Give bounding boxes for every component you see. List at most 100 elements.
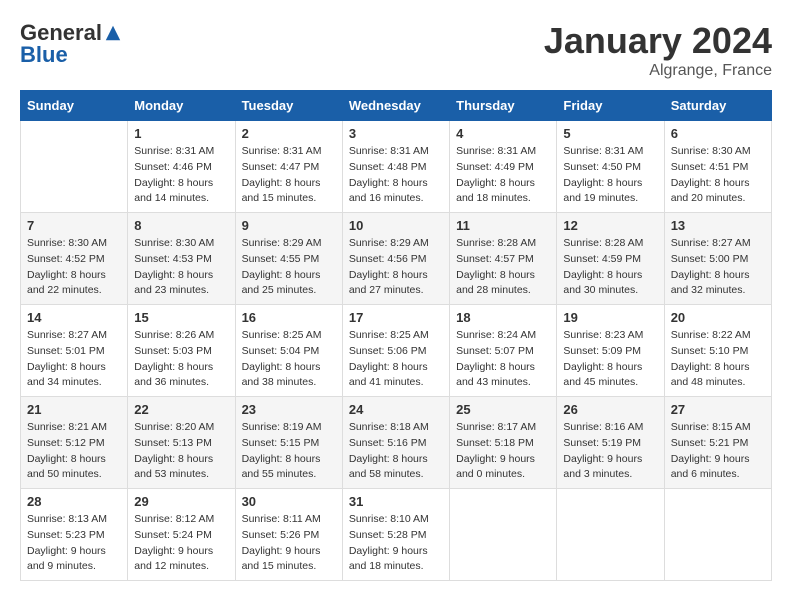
day-number: 14	[27, 310, 121, 325]
calendar-cell: 29 Sunrise: 8:12 AMSunset: 5:24 PMDaylig…	[128, 489, 235, 581]
calendar-cell	[450, 489, 557, 581]
month-title: January 2024	[544, 20, 772, 62]
day-info: Sunrise: 8:27 AMSunset: 5:00 PMDaylight:…	[671, 236, 765, 299]
header-sunday: Sunday	[21, 91, 128, 121]
calendar-cell: 22 Sunrise: 8:20 AMSunset: 5:13 PMDaylig…	[128, 397, 235, 489]
logo-blue: Blue	[20, 42, 68, 68]
day-number: 30	[242, 494, 336, 509]
day-info: Sunrise: 8:25 AMSunset: 5:06 PMDaylight:…	[349, 328, 443, 391]
calendar-cell: 8 Sunrise: 8:30 AMSunset: 4:53 PMDayligh…	[128, 213, 235, 305]
day-number: 24	[349, 402, 443, 417]
day-info: Sunrise: 8:28 AMSunset: 4:59 PMDaylight:…	[563, 236, 657, 299]
calendar-cell: 26 Sunrise: 8:16 AMSunset: 5:19 PMDaylig…	[557, 397, 664, 489]
title-area: January 2024 Algrange, France	[544, 20, 772, 80]
day-number: 9	[242, 218, 336, 233]
calendar-cell: 2 Sunrise: 8:31 AMSunset: 4:47 PMDayligh…	[235, 121, 342, 213]
calendar-cell: 4 Sunrise: 8:31 AMSunset: 4:49 PMDayligh…	[450, 121, 557, 213]
calendar-cell: 6 Sunrise: 8:30 AMSunset: 4:51 PMDayligh…	[664, 121, 771, 213]
calendar-cell: 23 Sunrise: 8:19 AMSunset: 5:15 PMDaylig…	[235, 397, 342, 489]
day-number: 22	[134, 402, 228, 417]
calendar-cell: 25 Sunrise: 8:17 AMSunset: 5:18 PMDaylig…	[450, 397, 557, 489]
day-number: 26	[563, 402, 657, 417]
day-number: 18	[456, 310, 550, 325]
day-info: Sunrise: 8:30 AMSunset: 4:51 PMDaylight:…	[671, 144, 765, 207]
day-number: 27	[671, 402, 765, 417]
header-saturday: Saturday	[664, 91, 771, 121]
week-row-1: 1 Sunrise: 8:31 AMSunset: 4:46 PMDayligh…	[21, 121, 772, 213]
day-number: 28	[27, 494, 121, 509]
calendar-cell: 9 Sunrise: 8:29 AMSunset: 4:55 PMDayligh…	[235, 213, 342, 305]
day-number: 12	[563, 218, 657, 233]
day-number: 1	[134, 126, 228, 141]
day-info: Sunrise: 8:19 AMSunset: 5:15 PMDaylight:…	[242, 420, 336, 483]
day-info: Sunrise: 8:23 AMSunset: 5:09 PMDaylight:…	[563, 328, 657, 391]
week-row-4: 21 Sunrise: 8:21 AMSunset: 5:12 PMDaylig…	[21, 397, 772, 489]
day-info: Sunrise: 8:24 AMSunset: 5:07 PMDaylight:…	[456, 328, 550, 391]
calendar-cell: 28 Sunrise: 8:13 AMSunset: 5:23 PMDaylig…	[21, 489, 128, 581]
day-number: 10	[349, 218, 443, 233]
day-number: 2	[242, 126, 336, 141]
calendar-cell: 19 Sunrise: 8:23 AMSunset: 5:09 PMDaylig…	[557, 305, 664, 397]
week-row-3: 14 Sunrise: 8:27 AMSunset: 5:01 PMDaylig…	[21, 305, 772, 397]
day-number: 31	[349, 494, 443, 509]
calendar-cell: 27 Sunrise: 8:15 AMSunset: 5:21 PMDaylig…	[664, 397, 771, 489]
day-number: 11	[456, 218, 550, 233]
calendar-cell: 12 Sunrise: 8:28 AMSunset: 4:59 PMDaylig…	[557, 213, 664, 305]
day-info: Sunrise: 8:27 AMSunset: 5:01 PMDaylight:…	[27, 328, 121, 391]
day-info: Sunrise: 8:29 AMSunset: 4:55 PMDaylight:…	[242, 236, 336, 299]
day-info: Sunrise: 8:28 AMSunset: 4:57 PMDaylight:…	[456, 236, 550, 299]
day-info: Sunrise: 8:31 AMSunset: 4:48 PMDaylight:…	[349, 144, 443, 207]
logo-icon	[104, 24, 122, 42]
calendar-cell: 17 Sunrise: 8:25 AMSunset: 5:06 PMDaylig…	[342, 305, 449, 397]
day-info: Sunrise: 8:30 AMSunset: 4:52 PMDaylight:…	[27, 236, 121, 299]
day-info: Sunrise: 8:26 AMSunset: 5:03 PMDaylight:…	[134, 328, 228, 391]
day-info: Sunrise: 8:30 AMSunset: 4:53 PMDaylight:…	[134, 236, 228, 299]
day-number: 20	[671, 310, 765, 325]
header-thursday: Thursday	[450, 91, 557, 121]
week-row-5: 28 Sunrise: 8:13 AMSunset: 5:23 PMDaylig…	[21, 489, 772, 581]
calendar-cell	[557, 489, 664, 581]
day-number: 29	[134, 494, 228, 509]
calendar-cell: 24 Sunrise: 8:18 AMSunset: 5:16 PMDaylig…	[342, 397, 449, 489]
day-number: 21	[27, 402, 121, 417]
day-info: Sunrise: 8:15 AMSunset: 5:21 PMDaylight:…	[671, 420, 765, 483]
calendar-cell: 30 Sunrise: 8:11 AMSunset: 5:26 PMDaylig…	[235, 489, 342, 581]
day-info: Sunrise: 8:31 AMSunset: 4:46 PMDaylight:…	[134, 144, 228, 207]
calendar-cell: 3 Sunrise: 8:31 AMSunset: 4:48 PMDayligh…	[342, 121, 449, 213]
location: Algrange, France	[544, 62, 772, 80]
calendar-cell: 5 Sunrise: 8:31 AMSunset: 4:50 PMDayligh…	[557, 121, 664, 213]
calendar-cell: 18 Sunrise: 8:24 AMSunset: 5:07 PMDaylig…	[450, 305, 557, 397]
day-number: 19	[563, 310, 657, 325]
calendar-cell: 20 Sunrise: 8:22 AMSunset: 5:10 PMDaylig…	[664, 305, 771, 397]
week-row-2: 7 Sunrise: 8:30 AMSunset: 4:52 PMDayligh…	[21, 213, 772, 305]
day-info: Sunrise: 8:25 AMSunset: 5:04 PMDaylight:…	[242, 328, 336, 391]
calendar-cell: 15 Sunrise: 8:26 AMSunset: 5:03 PMDaylig…	[128, 305, 235, 397]
day-info: Sunrise: 8:18 AMSunset: 5:16 PMDaylight:…	[349, 420, 443, 483]
header-friday: Friday	[557, 91, 664, 121]
header-tuesday: Tuesday	[235, 91, 342, 121]
calendar-cell: 13 Sunrise: 8:27 AMSunset: 5:00 PMDaylig…	[664, 213, 771, 305]
calendar-cell: 16 Sunrise: 8:25 AMSunset: 5:04 PMDaylig…	[235, 305, 342, 397]
logo: General Blue	[20, 20, 122, 68]
day-info: Sunrise: 8:17 AMSunset: 5:18 PMDaylight:…	[456, 420, 550, 483]
day-info: Sunrise: 8:31 AMSunset: 4:49 PMDaylight:…	[456, 144, 550, 207]
day-info: Sunrise: 8:20 AMSunset: 5:13 PMDaylight:…	[134, 420, 228, 483]
calendar-cell: 14 Sunrise: 8:27 AMSunset: 5:01 PMDaylig…	[21, 305, 128, 397]
calendar-cell: 7 Sunrise: 8:30 AMSunset: 4:52 PMDayligh…	[21, 213, 128, 305]
calendar-cell	[664, 489, 771, 581]
header-row: SundayMondayTuesdayWednesdayThursdayFrid…	[21, 91, 772, 121]
calendar-cell: 1 Sunrise: 8:31 AMSunset: 4:46 PMDayligh…	[128, 121, 235, 213]
page-header: General Blue January 2024 Algrange, Fran…	[20, 20, 772, 80]
header-wednesday: Wednesday	[342, 91, 449, 121]
day-info: Sunrise: 8:13 AMSunset: 5:23 PMDaylight:…	[27, 512, 121, 575]
day-number: 23	[242, 402, 336, 417]
calendar-table: SundayMondayTuesdayWednesdayThursdayFrid…	[20, 90, 772, 581]
day-info: Sunrise: 8:21 AMSunset: 5:12 PMDaylight:…	[27, 420, 121, 483]
day-info: Sunrise: 8:31 AMSunset: 4:47 PMDaylight:…	[242, 144, 336, 207]
day-info: Sunrise: 8:16 AMSunset: 5:19 PMDaylight:…	[563, 420, 657, 483]
day-info: Sunrise: 8:12 AMSunset: 5:24 PMDaylight:…	[134, 512, 228, 575]
day-number: 8	[134, 218, 228, 233]
calendar-cell: 21 Sunrise: 8:21 AMSunset: 5:12 PMDaylig…	[21, 397, 128, 489]
day-number: 6	[671, 126, 765, 141]
day-number: 17	[349, 310, 443, 325]
